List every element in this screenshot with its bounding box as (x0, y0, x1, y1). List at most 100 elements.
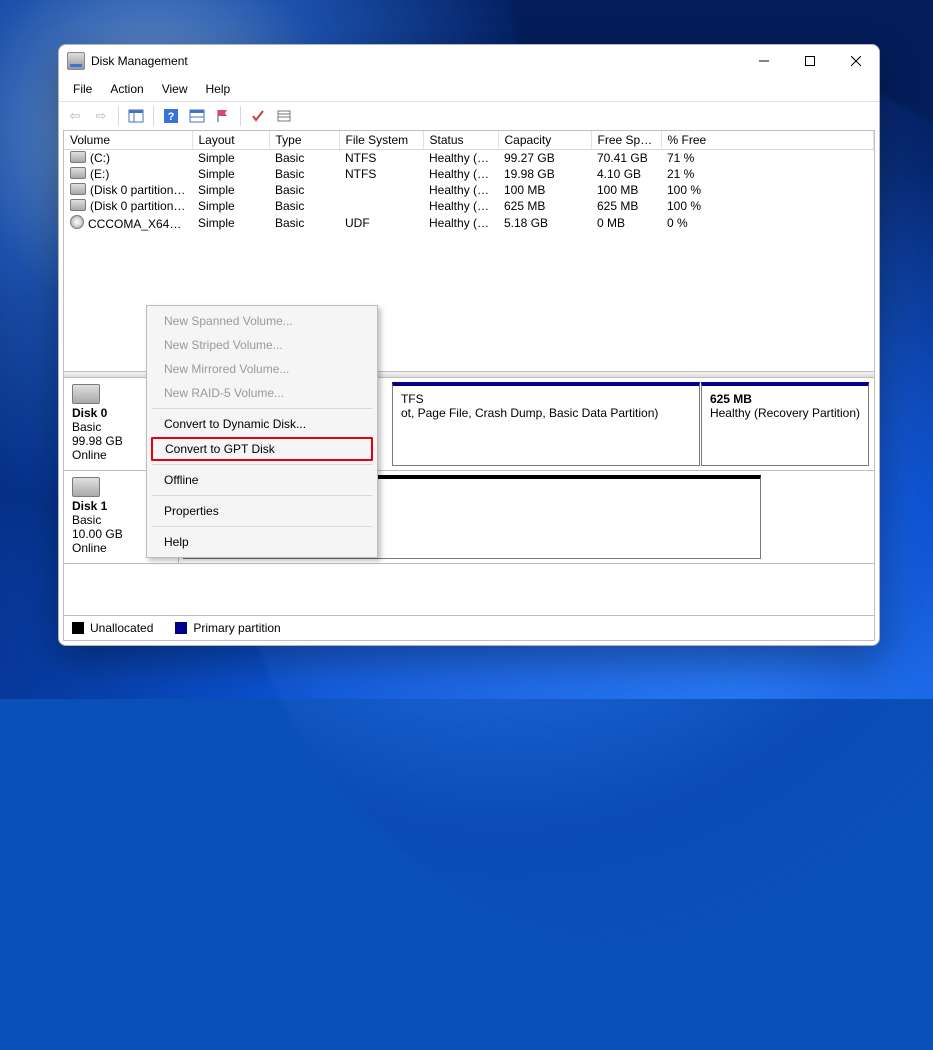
disk-icon (72, 384, 100, 404)
partition-sub: Healthy (Recovery Partition) (710, 406, 860, 420)
partition-sub: ot, Page File, Crash Dump, Basic Data Pa… (401, 406, 691, 420)
cell-fs (339, 182, 423, 198)
menu-item[interactable]: Properties (150, 499, 374, 523)
cell-layout: Simple (192, 198, 269, 214)
arrow-right-icon: ⇨ (96, 108, 107, 124)
menu-item[interactable]: Convert to GPT Disk (151, 437, 373, 461)
forward-button[interactable]: ⇨ (89, 104, 113, 128)
menu-file[interactable]: File (65, 80, 100, 98)
table-row[interactable]: (Disk 0 partition 4) SimpleBasic Healthy (… (64, 198, 874, 214)
cell-volume: (C:) (90, 151, 110, 165)
cell-pct: 71 % (661, 150, 874, 167)
cell-capacity: 5.18 GB (498, 214, 591, 232)
cell-type: Basic (269, 198, 339, 214)
menu-separator (152, 464, 372, 465)
cell-volume: (Disk 0 partition 1) (90, 183, 187, 197)
cell-free: 100 MB (591, 182, 661, 198)
cell-status: Healthy (B... (423, 166, 498, 182)
col-pct[interactable]: % Free (661, 131, 874, 150)
cell-capacity: 625 MB (498, 198, 591, 214)
table-row[interactable]: (E:)SimpleBasicNTFSHealthy (B...19.98 GB… (64, 166, 874, 182)
col-type[interactable]: Type (269, 131, 339, 150)
cell-fs (339, 198, 423, 214)
window-title: Disk Management (91, 54, 188, 68)
disk-context-menu: New Spanned Volume...New Striped Volume.… (146, 305, 378, 558)
cell-free: 4.10 GB (591, 166, 661, 182)
show-tree-button[interactable] (124, 104, 148, 128)
toolbar-separator (153, 106, 154, 126)
menu-separator (152, 495, 372, 496)
cell-volume: (E:) (90, 167, 109, 181)
col-layout[interactable]: Layout (192, 131, 269, 150)
settings-button[interactable] (211, 104, 235, 128)
volume-icon (70, 199, 86, 211)
toolbar: ⇦ ⇨ ? (59, 101, 879, 130)
cell-fs: NTFS (339, 150, 423, 167)
help-icon: ? (163, 108, 179, 124)
cell-type: Basic (269, 150, 339, 167)
maximize-button[interactable] (787, 45, 833, 77)
menu-item: New Striped Volume... (150, 333, 374, 357)
cell-volume: CCCOMA_X64FRE... (88, 217, 192, 231)
cell-type: Basic (269, 214, 339, 232)
volume-icon (70, 215, 84, 229)
cell-status: Healthy (R... (423, 198, 498, 214)
cell-capacity: 99.27 GB (498, 150, 591, 167)
menu-item[interactable]: Help (150, 530, 374, 554)
table-row[interactable]: (Disk 0 partition 1)SimpleBasicHealthy (… (64, 182, 874, 198)
cell-layout: Simple (192, 214, 269, 232)
legend: Unallocated Primary partition (64, 615, 874, 640)
partition-title: 625 MB (710, 392, 860, 406)
partition-sub: TFS (401, 392, 691, 406)
check-icon (250, 108, 266, 124)
toolbar-separator (240, 106, 241, 126)
cell-status: Healthy (B... (423, 150, 498, 167)
list-button[interactable] (272, 104, 296, 128)
cell-capacity: 100 MB (498, 182, 591, 198)
flag-icon (215, 108, 231, 124)
cell-status: Healthy (P... (423, 214, 498, 232)
partition[interactable]: 625 MB Healthy (Recovery Partition) (701, 382, 869, 466)
col-fs[interactable]: File System (339, 131, 423, 150)
list-icon (276, 108, 292, 124)
legend-primary: Primary partition (175, 621, 280, 635)
swatch-black (72, 622, 84, 634)
view-bottom-button[interactable] (185, 104, 209, 128)
table-header-row: Volume Layout Type File System Status Ca… (64, 131, 874, 150)
cell-capacity: 19.98 GB (498, 166, 591, 182)
close-button[interactable] (833, 45, 879, 77)
volume-icon (70, 151, 86, 163)
menu-help[interactable]: Help (198, 80, 239, 98)
svg-text:?: ? (168, 111, 175, 123)
volume-icon (70, 183, 86, 195)
menu-action[interactable]: Action (102, 80, 151, 98)
help-button[interactable]: ? (159, 104, 183, 128)
menu-item[interactable]: Offline (150, 468, 374, 492)
cell-pct: 0 % (661, 214, 874, 232)
table-row[interactable]: CCCOMA_X64FRE...SimpleBasicUDFHealthy (P… (64, 214, 874, 232)
cell-volume: (Disk 0 partition 4) (90, 199, 187, 213)
check-button[interactable] (246, 104, 270, 128)
col-volume[interactable]: Volume (64, 131, 192, 150)
back-button[interactable]: ⇦ (63, 104, 87, 128)
col-capacity[interactable]: Capacity (498, 131, 591, 150)
cell-pct: 100 % (661, 198, 874, 214)
swatch-navy (175, 622, 187, 634)
cell-free: 70.41 GB (591, 150, 661, 167)
legend-unallocated: Unallocated (72, 621, 153, 635)
table-row[interactable]: (C:) SimpleBasicNTFSHealthy (B...99.27 GB… (64, 150, 874, 167)
minimize-button[interactable] (741, 45, 787, 77)
cell-fs: NTFS (339, 166, 423, 182)
col-status[interactable]: Status (423, 131, 498, 150)
partition[interactable]: TFS ot, Page File, Crash Dump, Basic Dat… (392, 382, 700, 466)
titlebar[interactable]: Disk Management (59, 45, 879, 77)
cell-layout: Simple (192, 150, 269, 167)
panel-bottom-icon (189, 108, 205, 124)
cell-pct: 100 % (661, 182, 874, 198)
menu-view[interactable]: View (154, 80, 196, 98)
menu-item: New Spanned Volume... (150, 309, 374, 333)
menu-item[interactable]: Convert to Dynamic Disk... (150, 412, 374, 436)
disk-icon (72, 477, 100, 497)
app-icon (67, 52, 85, 70)
col-free[interactable]: Free Spa... (591, 131, 661, 150)
